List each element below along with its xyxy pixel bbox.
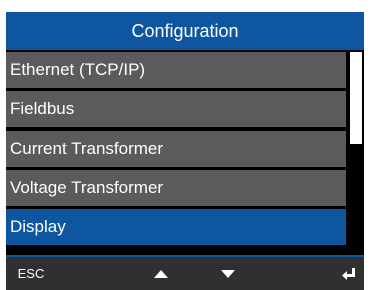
menu-item-label: Current Transformer: [10, 139, 164, 158]
triangle-up-icon: [154, 269, 168, 278]
menu-item-display[interactable]: Display: [6, 209, 346, 245]
triangle-down-icon: [221, 269, 235, 278]
esc-label: ESC: [17, 266, 45, 281]
menu-item-current-transformer[interactable]: Current Transformer: [6, 131, 346, 167]
enter-return-icon: [342, 267, 355, 280]
menu-list: Ethernet (TCP/IP) Fieldbus Current Trans…: [6, 52, 364, 262]
menu-item-fieldbus[interactable]: Fieldbus: [6, 91, 346, 127]
scroll-up-button[interactable]: [146, 257, 176, 290]
softkey-bar: [6, 255, 364, 290]
menu-item-label: Fieldbus: [10, 99, 75, 118]
softkey-bar-divider: [6, 255, 364, 257]
menu-item-label: Ethernet (TCP/IP): [10, 60, 146, 79]
page-title-label: Configuration: [131, 20, 239, 41]
scrollbar-thumb[interactable]: [350, 52, 362, 144]
scroll-down-button[interactable]: [213, 257, 243, 290]
menu-item-voltage-transformer[interactable]: Voltage Transformer: [6, 170, 346, 206]
enter-button[interactable]: [334, 257, 364, 290]
esc-button[interactable]: ESC: [6, 257, 56, 290]
menu-item-label: Display: [10, 217, 66, 236]
menu-item-label: Voltage Transformer: [10, 178, 164, 197]
menu-item-ethernet[interactable]: Ethernet (TCP/IP): [6, 52, 346, 88]
scrollbar[interactable]: [348, 52, 364, 262]
page-title: Configuration: [6, 12, 364, 50]
device-display: Configuration Ethernet (TCP/IP) Fieldbus…: [6, 12, 364, 290]
